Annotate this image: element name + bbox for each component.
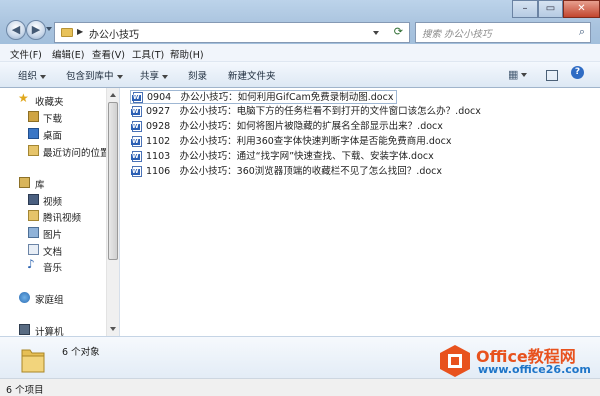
- maximize-button[interactable]: ▭: [538, 0, 563, 18]
- folder-icon: [21, 349, 45, 373]
- refresh-icon[interactable]: ⟳: [394, 25, 403, 38]
- file-item[interactable]: 0927 办公小技巧：电脑下方的任务栏看不到打开的文件窗口该怎么办？.docx: [130, 105, 481, 119]
- scrollbar-thumb[interactable]: [108, 102, 118, 260]
- chevron-down-icon: [162, 74, 169, 79]
- music-icon: ♪: [27, 257, 35, 271]
- scroll-down-icon[interactable]: [110, 327, 116, 331]
- scroll-up-icon[interactable]: [110, 93, 116, 97]
- nav-computer[interactable]: 计算机: [35, 324, 64, 336]
- chevron-down-icon: [40, 74, 47, 79]
- search-box[interactable]: 搜索 办公小技巧 ⌕: [415, 22, 591, 43]
- command-toolbar: 组织 包含到库中 共享 刻录 新建文件夹 ▦ ?: [0, 62, 600, 88]
- breadcrumb-chevron-icon[interactable]: ▶: [77, 27, 83, 36]
- file-item[interactable]: 0904 办公小技巧：如何利用GifCam免费录制动图.docx: [130, 90, 398, 104]
- watermark-logo: Office教程网 www.office26.com: [438, 340, 598, 380]
- watermark-url: www.office26.com: [478, 363, 591, 376]
- back-button[interactable]: ◀: [6, 20, 26, 40]
- nav-homegroup[interactable]: 家庭组: [35, 292, 64, 306]
- nav-recent[interactable]: 最近访问的位置: [43, 145, 110, 159]
- search-input[interactable]: 搜索 办公小技巧: [422, 26, 492, 40]
- forward-button[interactable]: ▶: [26, 20, 46, 40]
- address-bar[interactable]: ▶ 办公小技巧 ⟳: [54, 22, 410, 43]
- nav-scrollbar[interactable]: [106, 88, 119, 336]
- help-icon[interactable]: ?: [571, 66, 584, 79]
- file-item[interactable]: 1102 办公小技巧：利用360查字体快速判断字体是否能免费商用.docx: [130, 135, 452, 149]
- menu-view[interactable]: 查看(V): [92, 47, 125, 61]
- address-dropdown-icon[interactable]: [373, 31, 379, 35]
- nav-libraries[interactable]: 库: [35, 177, 45, 191]
- computer-icon: [19, 324, 30, 335]
- nav-pictures[interactable]: 图片: [43, 227, 62, 241]
- minimize-button[interactable]: –: [512, 0, 538, 18]
- menu-file[interactable]: 文件(F): [10, 47, 42, 61]
- close-button[interactable]: ✕: [563, 0, 600, 18]
- search-icon[interactable]: ⌕: [579, 25, 585, 39]
- homegroup-icon: [19, 292, 30, 303]
- nav-documents[interactable]: 文档: [43, 244, 62, 258]
- nav-music[interactable]: 音乐: [43, 260, 62, 274]
- breadcrumb-current[interactable]: 办公小技巧: [89, 26, 139, 41]
- status-item-count: 6 个项目: [6, 385, 44, 396]
- downloads-icon: [28, 111, 39, 122]
- preview-pane-icon[interactable]: [546, 70, 558, 81]
- organize-button[interactable]: 组织: [18, 68, 47, 82]
- video-icon: [28, 194, 39, 205]
- documents-icon: [28, 244, 39, 255]
- word-document-icon: [131, 106, 142, 117]
- nav-videos[interactable]: 视频: [43, 194, 62, 208]
- recent-places-icon: [28, 145, 39, 156]
- nav-tencent-video[interactable]: 腾讯视频: [43, 210, 81, 224]
- word-document-icon: [131, 121, 142, 132]
- share-button[interactable]: 共享: [140, 68, 169, 82]
- pictures-icon: [28, 227, 39, 238]
- file-item[interactable]: 0928 办公小技巧：如何将图片被隐藏的扩展名全部显示出来？.docx: [130, 120, 443, 134]
- desktop-icon: [28, 128, 39, 139]
- menu-bar: 文件(F) 编辑(E) 查看(V) 工具(T) 帮助(H): [0, 44, 600, 62]
- file-item[interactable]: 1106 办公小技巧：360浏览器顶端的收藏栏不见了怎么找回？.docx: [130, 165, 442, 179]
- star-icon: ★: [18, 91, 29, 105]
- file-list: 0904 办公小技巧：如何利用GifCam免费录制动图.docx 0927 办公…: [120, 88, 600, 336]
- menu-help[interactable]: 帮助(H): [170, 47, 204, 61]
- view-options-icon[interactable]: ▦: [508, 68, 528, 81]
- word-document-icon: [132, 92, 143, 103]
- word-document-icon: [131, 136, 142, 147]
- menu-tools[interactable]: 工具(T): [132, 47, 164, 61]
- file-item[interactable]: 1103 办公小技巧：通过“找字网”快速查找、下载、安装字体.docx: [130, 150, 434, 164]
- include-in-library-button[interactable]: 包含到库中: [66, 68, 123, 82]
- library-icon: [19, 177, 30, 188]
- chevron-down-icon: [521, 73, 528, 77]
- title-bar: ◀ ▶ ▶ 办公小技巧 ⟳ 搜索 办公小技巧 ⌕ – ▭ ✕: [0, 0, 600, 44]
- nav-downloads[interactable]: 下载: [43, 111, 62, 125]
- recent-pages-dropdown[interactable]: [46, 27, 52, 31]
- nav-desktop[interactable]: 桌面: [43, 128, 62, 142]
- item-count: 6 个对象: [62, 347, 100, 358]
- new-folder-button[interactable]: 新建文件夹: [228, 68, 276, 82]
- navigation-pane: ★ 收藏夹 下载 桌面 最近访问的位置 库 视频 腾讯视频 图片 文档 ♪ 音乐…: [0, 88, 118, 336]
- chevron-down-icon: [116, 74, 123, 79]
- nav-favorites[interactable]: 收藏夹: [35, 94, 64, 108]
- word-document-icon: [131, 151, 142, 162]
- menu-edit[interactable]: 编辑(E): [52, 47, 84, 61]
- folder-icon: [28, 210, 39, 221]
- folder-icon: [61, 28, 73, 37]
- office-logo-icon: [440, 345, 470, 377]
- status-bar: 6 个项目: [0, 378, 600, 396]
- word-document-icon: [131, 166, 142, 177]
- burn-button[interactable]: 刻录: [188, 68, 207, 82]
